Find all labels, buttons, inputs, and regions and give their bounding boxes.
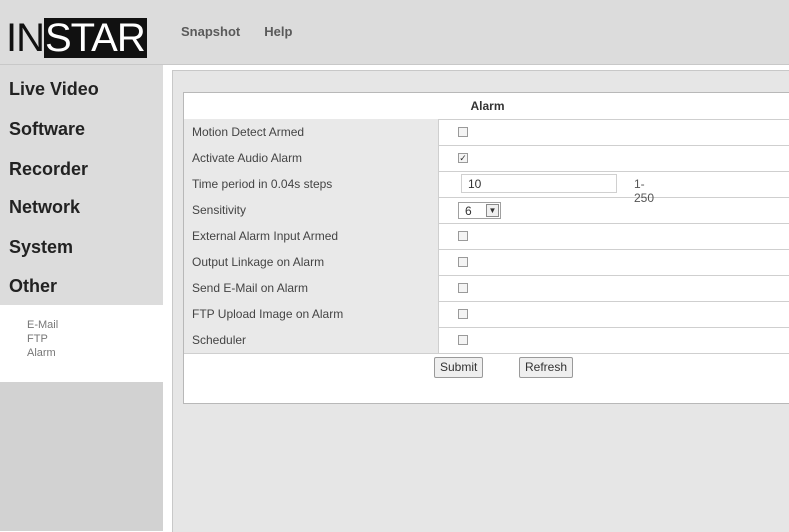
- submenu-other: E-Mail FTP Alarm: [0, 305, 163, 382]
- submit-button[interactable]: Submit: [434, 357, 484, 378]
- row-label: Time period in 0.04s steps: [184, 171, 439, 197]
- row-audio-alarm: Activate Audio Alarm ✓: [184, 145, 789, 172]
- row-external-alarm: External Alarm Input Armed: [184, 223, 789, 250]
- logo-in: IN: [6, 16, 45, 60]
- logo-star: STAR: [44, 16, 147, 60]
- alarm-panel: Alarm Motion Detect Armed Activate Audio…: [183, 92, 789, 404]
- nav-help[interactable]: Help: [264, 24, 292, 39]
- main-content: Alarm Motion Detect Armed Activate Audio…: [172, 70, 789, 532]
- top-nav: Snapshot Help: [181, 24, 292, 39]
- motion-detect-checkbox[interactable]: [458, 127, 468, 137]
- header: IN STAR Snapshot Help: [0, 0, 789, 65]
- row-label: Activate Audio Alarm: [184, 145, 439, 171]
- subitem-alarm[interactable]: Alarm: [27, 347, 56, 359]
- row-output-linkage: Output Linkage on Alarm: [184, 249, 789, 276]
- audio-alarm-checkbox[interactable]: ✓: [458, 153, 468, 163]
- row-label: External Alarm Input Armed: [184, 223, 439, 249]
- sidebar-item-recorder[interactable]: Recorder: [9, 159, 88, 180]
- external-alarm-checkbox[interactable]: [458, 231, 468, 241]
- sidebar-filler: [0, 382, 163, 531]
- row-scheduler: Scheduler: [184, 327, 789, 354]
- scheduler-checkbox[interactable]: [458, 335, 468, 345]
- sidebar-item-software[interactable]: Software: [9, 119, 85, 140]
- row-label: Motion Detect Armed: [184, 119, 439, 145]
- row-buttons: Submit Refresh: [184, 353, 789, 379]
- instar-logo[interactable]: IN STAR: [6, 17, 147, 59]
- row-time-period: Time period in 0.04s steps 10 1-250: [184, 171, 789, 205]
- panel-title-row: Alarm: [184, 93, 789, 120]
- time-period-input[interactable]: 10: [461, 174, 617, 193]
- sensitivity-select[interactable]: 6 ▼: [458, 202, 501, 219]
- sensitivity-value: 6: [465, 204, 472, 218]
- sidebar: Live Video Software Recorder Network Sys…: [0, 65, 163, 531]
- nav-snapshot[interactable]: Snapshot: [181, 24, 240, 39]
- row-label: Output Linkage on Alarm: [184, 249, 439, 275]
- sidebar-item-live-video[interactable]: Live Video: [9, 79, 99, 100]
- subitem-email[interactable]: E-Mail: [27, 319, 58, 331]
- sidebar-item-network[interactable]: Network: [9, 197, 80, 218]
- sidebar-item-other[interactable]: Other: [9, 276, 57, 297]
- row-sensitivity: Sensitivity 6 ▼: [184, 197, 789, 224]
- chevron-down-icon[interactable]: ▼: [486, 204, 499, 217]
- row-label: FTP Upload Image on Alarm: [184, 301, 439, 327]
- row-label: Sensitivity: [184, 197, 439, 223]
- ftp-upload-checkbox[interactable]: [458, 309, 468, 319]
- output-linkage-checkbox[interactable]: [458, 257, 468, 267]
- row-label: Scheduler: [184, 327, 439, 353]
- row-motion-detect: Motion Detect Armed: [184, 119, 789, 146]
- row-ftp-upload: FTP Upload Image on Alarm: [184, 301, 789, 328]
- subitem-ftp[interactable]: FTP: [27, 333, 48, 345]
- panel-title: Alarm: [470, 99, 505, 113]
- row-label: Send E-Mail on Alarm: [184, 275, 439, 301]
- send-email-checkbox[interactable]: [458, 283, 468, 293]
- row-send-email: Send E-Mail on Alarm: [184, 275, 789, 302]
- sidebar-item-system[interactable]: System: [9, 237, 73, 258]
- refresh-button[interactable]: Refresh: [519, 357, 574, 378]
